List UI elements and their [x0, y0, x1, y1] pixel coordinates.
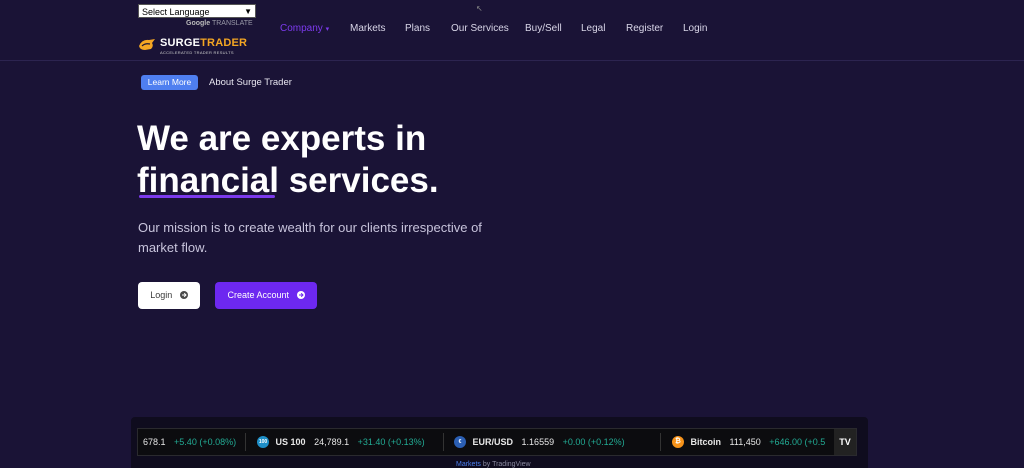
- create-account-button[interactable]: Create Account: [215, 282, 317, 309]
- about-surge-trader-caption: About Surge Trader: [209, 77, 292, 88]
- arrow-right-icon: [296, 290, 305, 299]
- mouse-cursor-icon: ↖: [476, 4, 483, 13]
- ticker-item[interactable]: 100 US 100 24,789.1 +31.40 (+0.13%): [257, 429, 425, 455]
- ticker-divider: [660, 433, 661, 451]
- nav-item-our-services[interactable]: Our Services: [451, 23, 509, 34]
- google-translate-credit: Google TRANSLATE: [186, 20, 253, 27]
- brand-tagline: ACCELERATED TRADER RESULTS: [160, 50, 234, 55]
- nav-item-markets[interactable]: Markets: [350, 23, 386, 34]
- mission-statement: Our mission is to create wealth for our …: [138, 220, 482, 255]
- tradingview-credit: Markets by TradingView: [456, 461, 531, 468]
- surgetrader-logo[interactable]: SURGETRADER ACCELERATED TRADER RESULTS: [138, 36, 247, 58]
- brand-name: SURGETRADER: [160, 37, 248, 49]
- login-button-label: Login: [150, 290, 173, 300]
- bitcoin-icon: ₿: [672, 435, 684, 448]
- ticker-divider: [443, 433, 444, 451]
- login-button[interactable]: Login: [138, 282, 200, 309]
- ticker-item[interactable]: ₿ Bitcoin 111,450 +646.00 (+0.5: [672, 429, 825, 455]
- nav-item-login[interactable]: Login: [683, 23, 707, 34]
- ticker-divider: [245, 433, 246, 451]
- nav-item-buy-sell[interactable]: Buy/Sell: [525, 23, 562, 34]
- headline-line-1: We are experts in: [137, 119, 427, 158]
- language-select-value: Select Language: [142, 7, 210, 17]
- arrow-right-icon: [179, 290, 188, 299]
- markets-link[interactable]: Markets: [456, 461, 481, 468]
- nav-item-company[interactable]: Company ▾: [280, 23, 329, 34]
- google-logo-text: Google: [186, 20, 211, 27]
- us100-icon: 100: [257, 435, 269, 448]
- eur-usd-flag-icon: €: [454, 435, 466, 448]
- ticker-item[interactable]: € EUR/USD 1.16559 +0.00 (+0.12%): [454, 429, 625, 455]
- chevron-down-icon: ▼: [244, 7, 252, 16]
- learn-more-badge[interactable]: Learn More: [141, 75, 198, 90]
- hero-headline: We are experts in financial services.: [137, 118, 439, 202]
- tradingview-logo-icon[interactable]: TV: [834, 429, 856, 455]
- create-account-button-label: Create Account: [227, 290, 290, 300]
- ticker-item[interactable]: 678.1 +5.40 (+0.08%): [143, 429, 236, 455]
- chevron-down-icon: ▾: [325, 26, 330, 33]
- nav-item-plans[interactable]: Plans: [405, 23, 430, 34]
- headline-underline: [139, 195, 275, 198]
- language-select[interactable]: Select Language ▼: [138, 4, 256, 18]
- translate-text: TRANSLATE: [211, 20, 253, 27]
- ticker-tape: 678.1 +5.40 (+0.08%) 100 US 100 24,789.1…: [137, 428, 857, 456]
- top-navigation-bar: Select Language ▼ Google TRANSLATE SURGE…: [0, 0, 1024, 61]
- bull-logo-icon: [139, 39, 155, 50]
- nav-item-register[interactable]: Register: [626, 23, 663, 34]
- nav-item-legal[interactable]: Legal: [581, 23, 605, 34]
